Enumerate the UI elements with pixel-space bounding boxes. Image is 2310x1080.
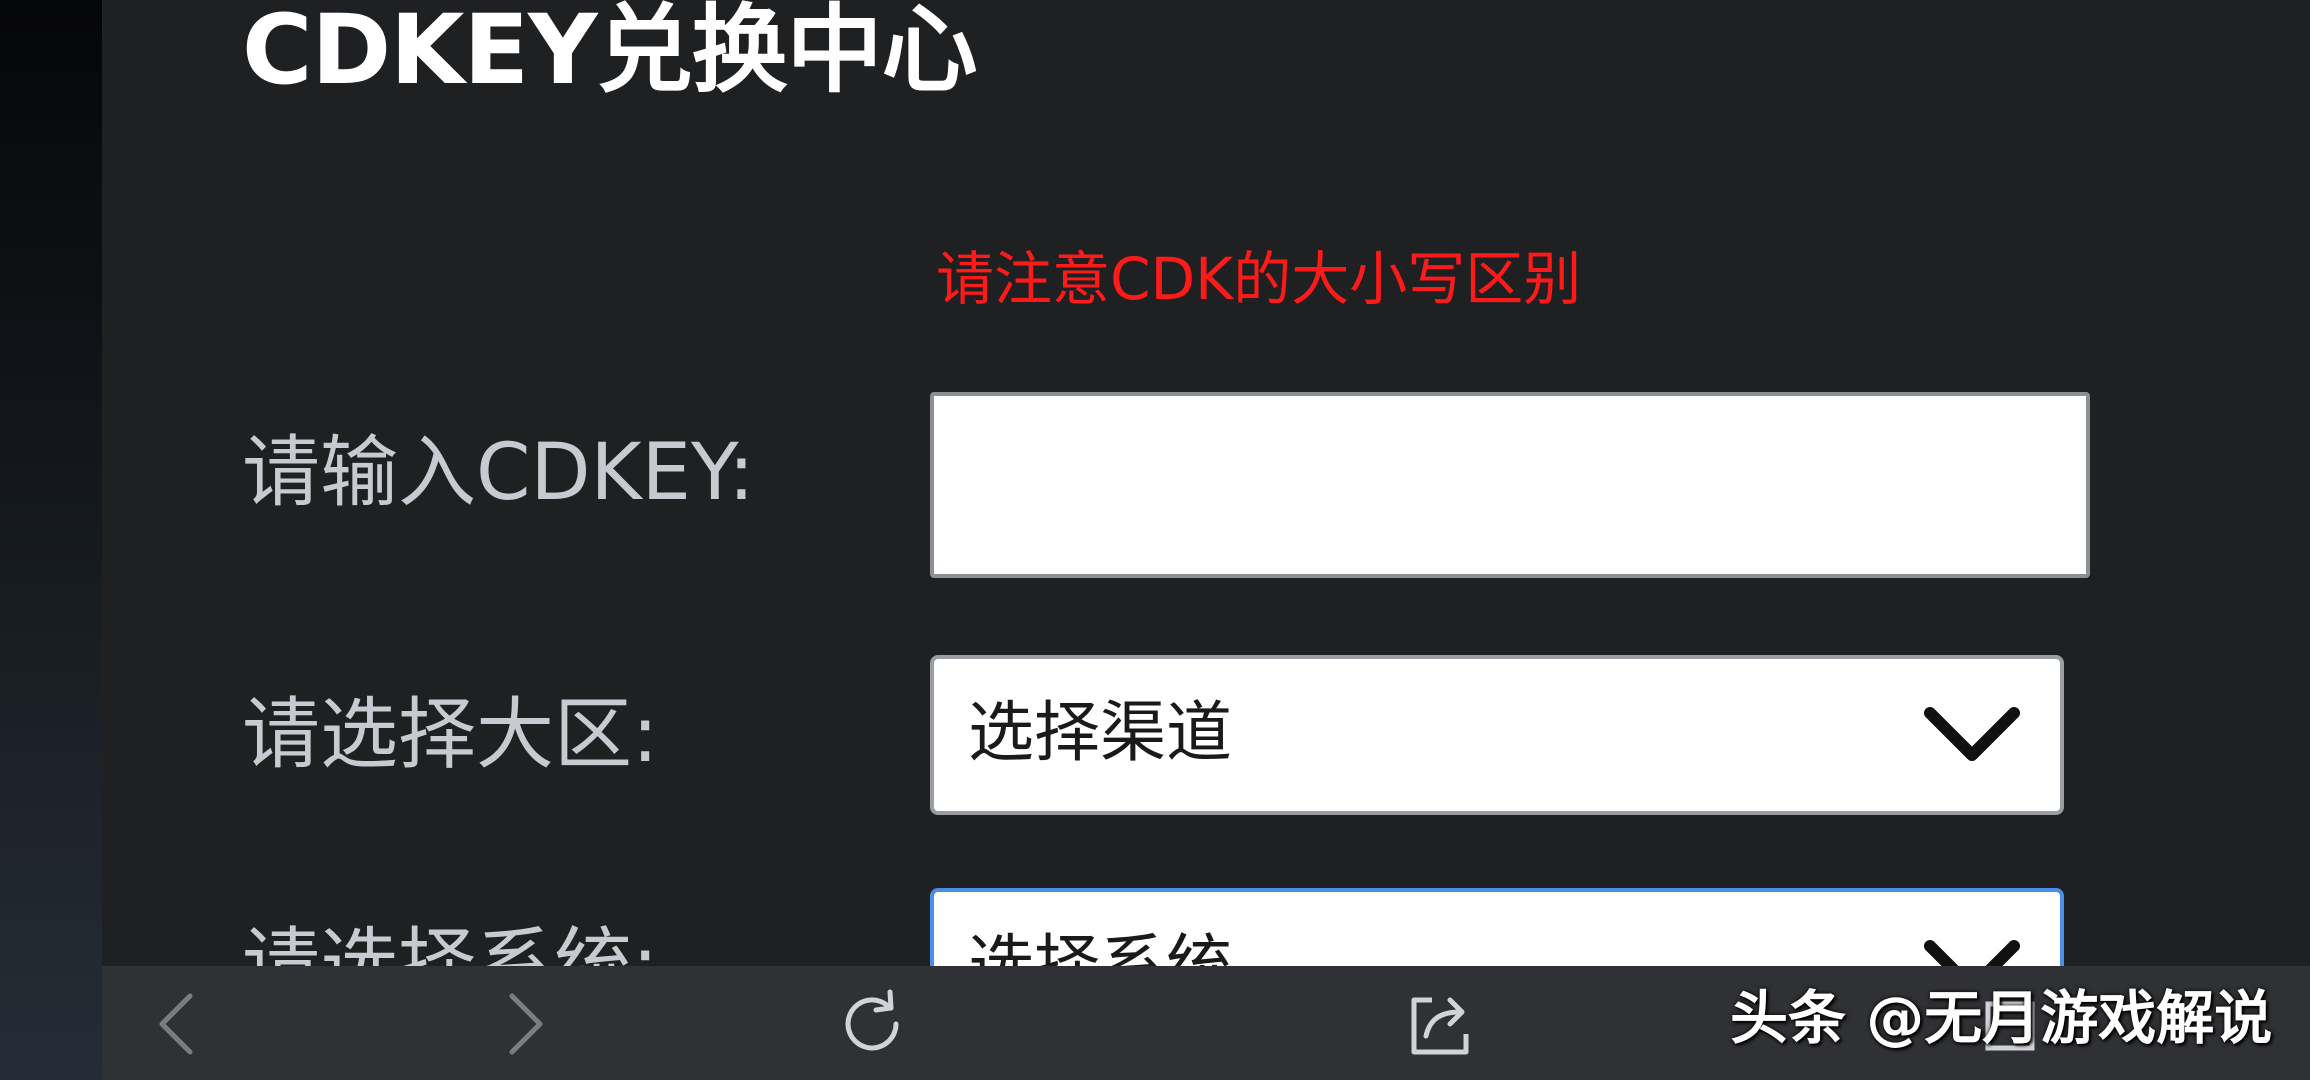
case-sensitivity-notice: 请注意CDK的大小写区别 [936,245,1582,313]
region-select[interactable]: 选择渠道 [930,655,2064,815]
watermark: 头条 @无月游戏解说 [1730,984,2273,1052]
region-select-value: 选择渠道 [968,694,1232,771]
chevron-right-icon[interactable] [484,986,560,1062]
system-label: 请选择系统: [242,920,659,966]
system-select[interactable]: 选择系统 [930,888,2064,966]
refresh-icon[interactable] [834,986,910,1062]
system-select-value: 选择系统 [968,927,1232,966]
share-icon[interactable] [1402,986,1478,1062]
page-content: CDKEY兑换中心 请注意CDK的大小写区别 请输入CDKEY: 请选择大区: … [102,0,2310,966]
left-edge-strip [0,0,102,1080]
chevron-down-icon [1924,707,2020,761]
page-title: CDKEY兑换中心 [242,0,978,106]
browser-screen: CDKEY兑换中心 请注意CDK的大小写区别 请输入CDKEY: 请选择大区: … [0,0,2310,1080]
chevron-down-icon [1924,940,2020,966]
cdkey-label: 请输入CDKEY: [242,428,755,518]
region-label: 请选择大区: [242,690,659,780]
chevron-left-icon[interactable] [142,986,218,1062]
cdkey-input[interactable] [930,392,2090,578]
